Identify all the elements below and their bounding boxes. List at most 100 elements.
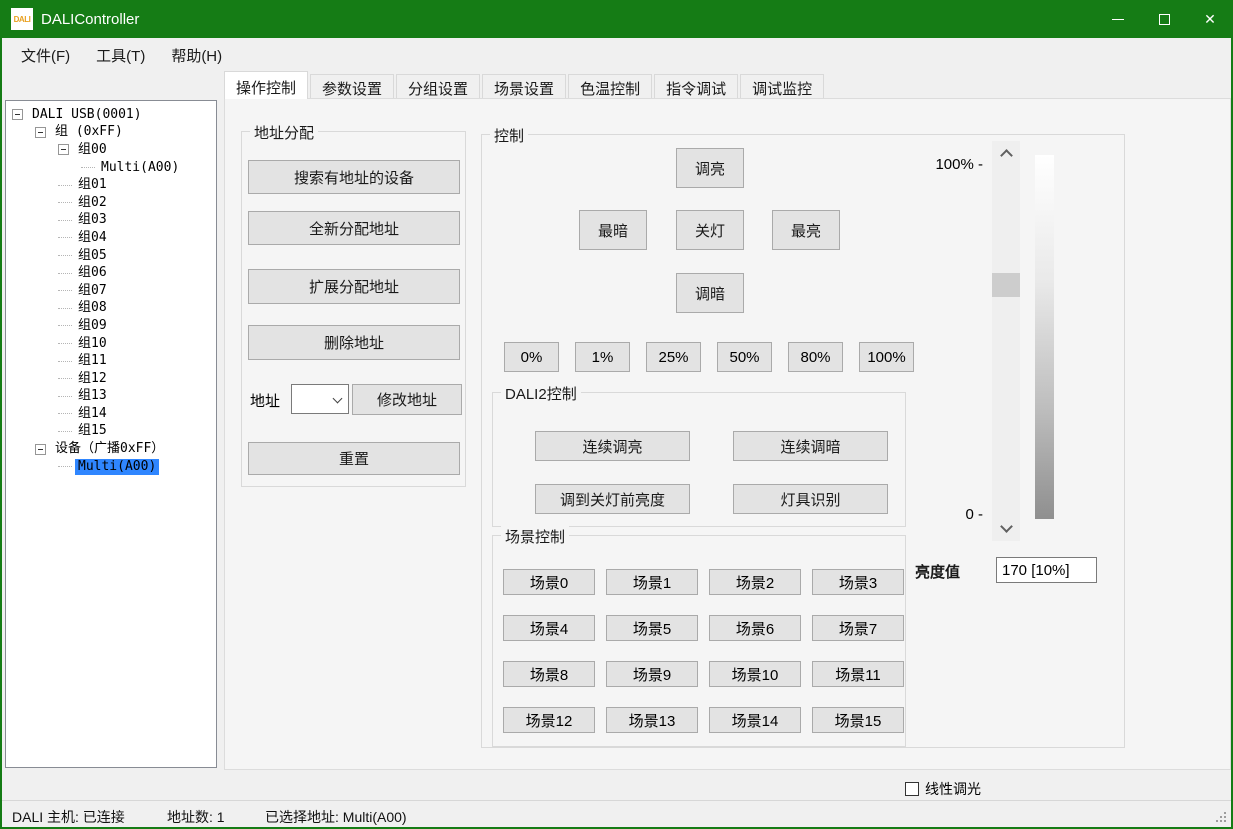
tree-item[interactable]: 组01 [6, 176, 216, 194]
tree-item[interactable]: 设备（广播0xFF） [6, 440, 216, 458]
tree-item[interactable]: 组 (0xFF) [6, 124, 216, 142]
percent-button[interactable]: 1% [575, 342, 630, 372]
collapse-icon[interactable] [35, 127, 46, 138]
linear-dimming-checkbox[interactable] [905, 782, 919, 796]
collapse-icon[interactable] [12, 109, 23, 120]
dim-up-button[interactable]: 调亮 [676, 148, 744, 188]
tab[interactable]: 指令调试 [654, 74, 738, 99]
tab[interactable]: 操作控制 [224, 71, 308, 99]
light-off-button[interactable]: 关灯 [676, 210, 744, 250]
scene-button[interactable]: 场景10 [709, 661, 801, 687]
tree-item[interactable]: Multi(A00) [6, 159, 216, 177]
tree-item[interactable]: Multi(A00) [6, 458, 216, 476]
tree-item-label: 组06 [75, 265, 110, 281]
tree-connector [58, 290, 72, 291]
scene-button[interactable]: 场景8 [503, 661, 595, 687]
scrollbar-thumb[interactable] [992, 273, 1020, 297]
tree-item[interactable]: 组13 [6, 388, 216, 406]
tree-item[interactable]: 组04 [6, 229, 216, 247]
scene-button[interactable]: 场景14 [709, 707, 801, 733]
tab[interactable]: 参数设置 [310, 74, 394, 99]
scene-button[interactable]: 场景13 [606, 707, 698, 733]
tree-item[interactable]: 组08 [6, 300, 216, 318]
scene-button[interactable]: 场景6 [709, 615, 801, 641]
collapse-icon[interactable] [35, 444, 46, 455]
scene-button[interactable]: 场景9 [606, 661, 698, 687]
tree-item[interactable]: 组11 [6, 352, 216, 370]
tree-item[interactable]: 组10 [6, 335, 216, 353]
delete-address-button[interactable]: 删除地址 [248, 325, 460, 360]
tree-item-label: 组01 [75, 177, 110, 193]
scene-button-grid: 场景0 场景1 场景2 场景3 场景4 场景5 场景6 [503, 569, 904, 733]
extend-assign-address-button[interactable]: 扩展分配地址 [248, 269, 460, 304]
scene-button[interactable]: 场景11 [812, 661, 904, 687]
scene-button[interactable]: 场景2 [709, 569, 801, 595]
scene-button[interactable]: 场景4 [503, 615, 595, 641]
tree-item[interactable]: 组02 [6, 194, 216, 212]
scene-button[interactable]: 场景7 [812, 615, 904, 641]
tree-item-label: 组04 [75, 230, 110, 246]
tabpage-operation-control: 地址分配 搜索有地址的设备 全新分配地址 扩展分配地址 删除地址 地址 修改地址… [224, 98, 1231, 770]
brightness-scrollbar[interactable] [992, 141, 1020, 541]
resize-grip[interactable] [1215, 811, 1227, 823]
scene-button[interactable]: 场景5 [606, 615, 698, 641]
scene-button[interactable]: 场景3 [812, 569, 904, 595]
tree-item[interactable]: DALI USB(0001) [6, 106, 216, 124]
percent-button[interactable]: 0% [504, 342, 559, 372]
dali2-button[interactable]: 连续调亮 [535, 431, 690, 461]
address-group-title: 地址分配 [250, 122, 318, 143]
tab[interactable]: 分组设置 [396, 74, 480, 99]
tab[interactable]: 场景设置 [482, 74, 566, 99]
dali2-button[interactable]: 灯具识别 [733, 484, 888, 514]
modify-address-button[interactable]: 修改地址 [352, 384, 462, 415]
scene-button[interactable]: 场景12 [503, 707, 595, 733]
minimize-button[interactable] [1095, 0, 1141, 38]
tab[interactable]: 调试监控 [740, 74, 824, 99]
darkest-button[interactable]: 最暗 [579, 210, 647, 250]
tree-item[interactable]: 组05 [6, 247, 216, 265]
titlebar: DALI DALIController ✕ [0, 0, 1233, 38]
tree-item[interactable]: 组09 [6, 317, 216, 335]
address-combobox[interactable] [291, 384, 349, 414]
tree-connector [58, 308, 72, 309]
tree-item[interactable]: 组14 [6, 405, 216, 423]
scene-button[interactable]: 场景15 [812, 707, 904, 733]
tree-item[interactable]: 组12 [6, 370, 216, 388]
dali2-button[interactable]: 调到关灯前亮度 [535, 484, 690, 514]
tree-item[interactable]: 组15 [6, 423, 216, 441]
tree-item-label: 组 (0xFF) [52, 124, 126, 140]
menu-item[interactable]: 帮助(H) [158, 39, 235, 72]
reset-button[interactable]: 重置 [248, 442, 460, 475]
brightest-button[interactable]: 最亮 [772, 210, 840, 250]
brightness-value-field[interactable]: 170 [10%] [996, 557, 1097, 583]
tree-item-label: 组13 [75, 388, 110, 404]
tree-connector [58, 413, 72, 414]
scene-button[interactable]: 场景1 [606, 569, 698, 595]
close-button[interactable]: ✕ [1187, 0, 1233, 38]
tree-item-label: 组12 [75, 371, 110, 387]
search-addressed-devices-button[interactable]: 搜索有地址的设备 [248, 160, 460, 194]
tree-connector [58, 185, 72, 186]
dim-down-button[interactable]: 调暗 [676, 273, 744, 313]
percent-button[interactable]: 80% [788, 342, 843, 372]
maximize-button[interactable] [1141, 0, 1187, 38]
scroll-up-icon[interactable] [1000, 149, 1013, 162]
scroll-down-icon[interactable] [1000, 520, 1013, 533]
menu-item[interactable]: 文件(F) [8, 39, 83, 72]
tree-item[interactable]: 组00 [6, 141, 216, 159]
tree-item[interactable]: 组06 [6, 264, 216, 282]
percent-button[interactable]: 100% [859, 342, 914, 372]
percent-button[interactable]: 50% [717, 342, 772, 372]
tree-item[interactable]: 组07 [6, 282, 216, 300]
tab[interactable]: 色温控制 [568, 74, 652, 99]
app-window: DALI DALIController ✕ 文件(F) 工具(T) 帮助(H) … [0, 0, 1233, 829]
collapse-icon[interactable] [58, 144, 69, 155]
chevron-down-icon [333, 394, 343, 404]
dali2-button[interactable]: 连续调暗 [733, 431, 888, 461]
percent-button[interactable]: 25% [646, 342, 701, 372]
assign-new-address-button[interactable]: 全新分配地址 [248, 211, 460, 245]
brightness-value-text: 170 [10%] [1002, 562, 1070, 579]
tree-item[interactable]: 组03 [6, 212, 216, 230]
scene-button[interactable]: 场景0 [503, 569, 595, 595]
menu-item[interactable]: 工具(T) [83, 39, 158, 72]
